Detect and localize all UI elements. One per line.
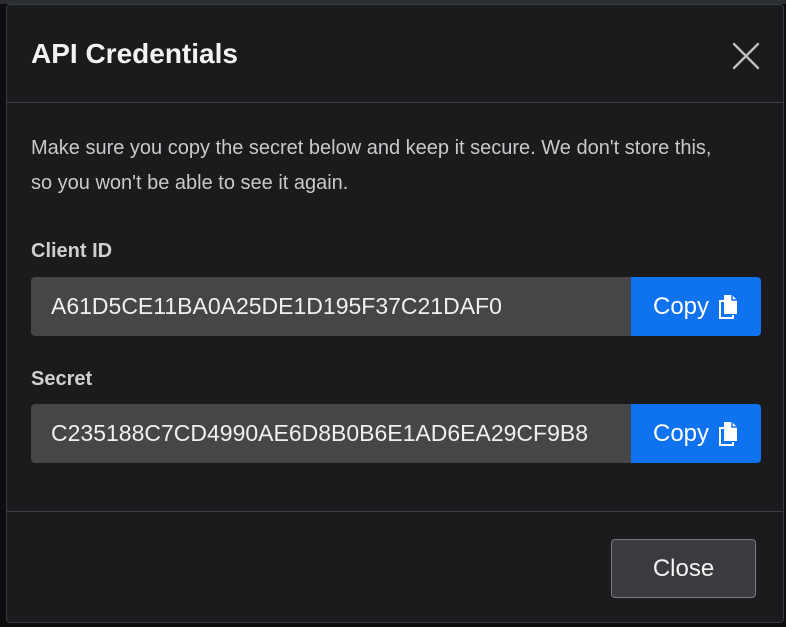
close-dialog-button[interactable] (729, 39, 763, 73)
copy-button-label: Copy (652, 292, 710, 320)
close-icon (732, 42, 760, 70)
dialog-title: API Credentials (31, 38, 238, 69)
secret-field-group: C235188C7CD4990AE6D8B0B6E1AD6EA29CF9B8 C… (31, 404, 761, 463)
dialog-header: API Credentials (7, 5, 783, 103)
copy-secret-button[interactable]: Copy (631, 404, 761, 463)
api-credentials-dialog: API Credentials Make sure you copy the s… (6, 4, 784, 623)
dialog-body: Make sure you copy the secret below and … (7, 103, 783, 511)
client-id-field-group: A61D5CE11BA0A25DE1D195F37C21DAF0 Copy (31, 277, 761, 336)
dialog-footer: Close (7, 511, 783, 624)
copy-button-label: Copy (652, 419, 710, 447)
security-notice: Make sure you copy the secret below and … (31, 137, 712, 194)
copy-icon (719, 294, 738, 319)
copy-icon (719, 421, 738, 446)
secret-label: Secret (31, 368, 93, 390)
close-button[interactable]: Close (611, 539, 756, 598)
secret-field[interactable]: C235188C7CD4990AE6D8B0B6E1AD6EA29CF9B8 (31, 404, 631, 463)
client-id-field[interactable]: A61D5CE11BA0A25DE1D195F37C21DAF0 (31, 277, 631, 336)
copy-client-id-button[interactable]: Copy (631, 277, 761, 336)
client-id-label: Client ID (31, 240, 113, 262)
